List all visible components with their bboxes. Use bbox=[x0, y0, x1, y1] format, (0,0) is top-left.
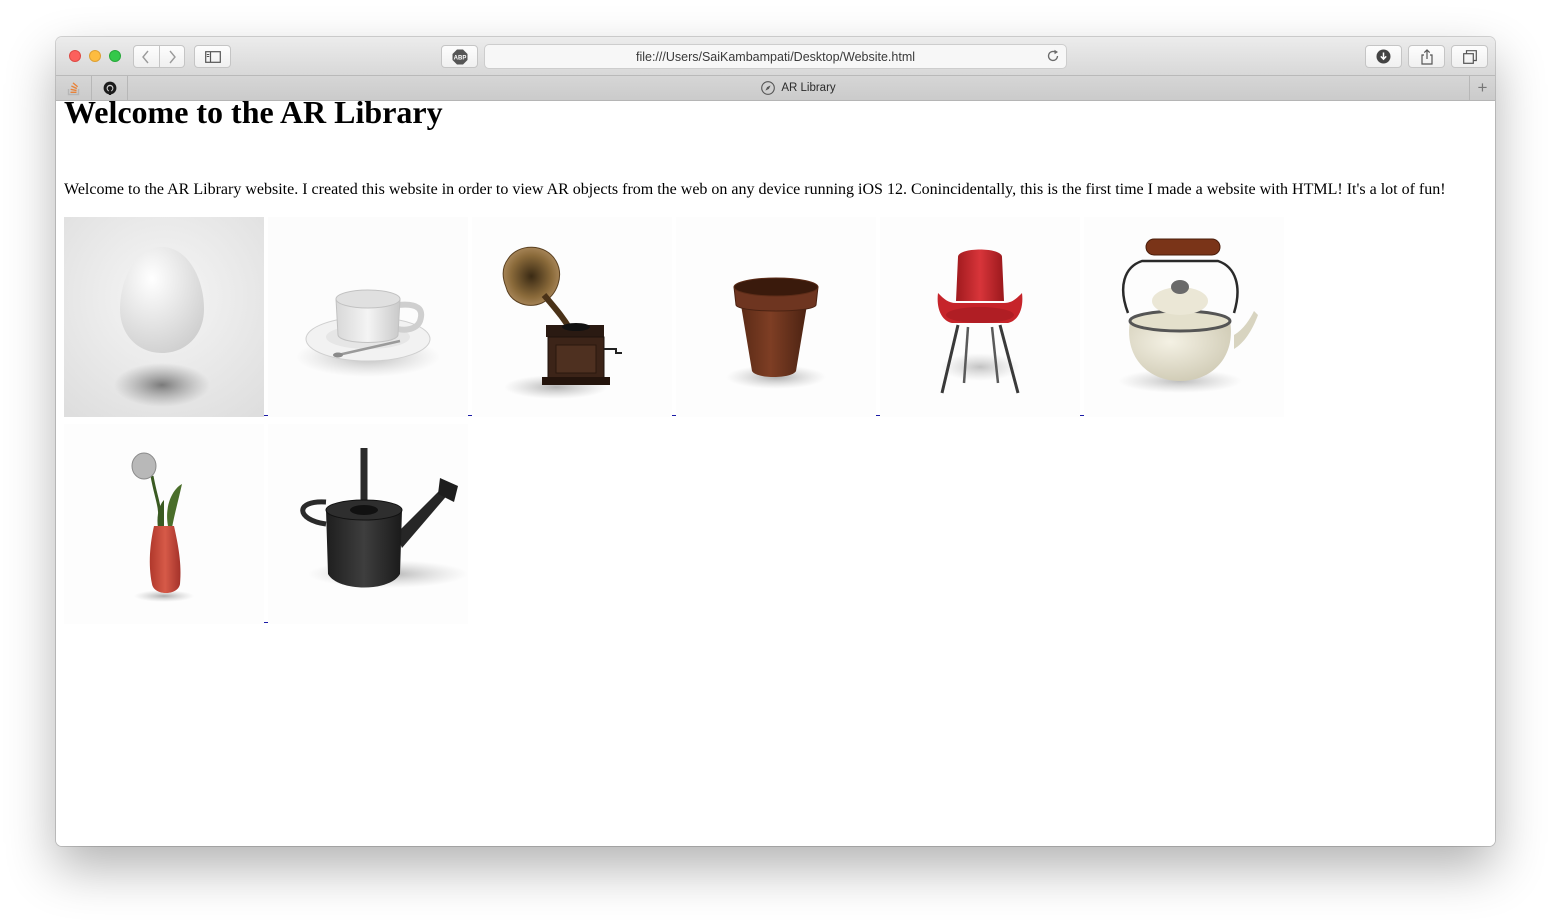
ar-object-gramophone-link[interactable] bbox=[472, 217, 672, 417]
chair-thumbnail bbox=[880, 217, 1080, 417]
adblock-icon: ABP bbox=[452, 49, 467, 64]
title-bar: ABP file:///Users/SaiKambampati/Desktop/… bbox=[56, 37, 1495, 76]
ar-object-pot-link[interactable] bbox=[676, 217, 876, 417]
ar-object-chair-link[interactable] bbox=[880, 217, 1080, 417]
share-button[interactable] bbox=[1408, 45, 1445, 68]
sidebar-button[interactable] bbox=[194, 45, 231, 68]
minimize-window-button[interactable] bbox=[89, 50, 101, 62]
link-underline bbox=[1080, 415, 1084, 416]
ar-object-vase-link[interactable] bbox=[64, 424, 264, 624]
zoom-window-button[interactable] bbox=[109, 50, 121, 62]
github-icon bbox=[103, 81, 116, 95]
download-icon bbox=[1376, 49, 1391, 64]
egg-thumbnail bbox=[64, 217, 264, 417]
adblock-button[interactable]: ABP bbox=[441, 45, 478, 68]
ar-object-teapot-link[interactable] bbox=[1084, 217, 1284, 417]
reload-button[interactable] bbox=[1046, 49, 1060, 66]
intro-paragraph: Welcome to the AR Library website. I cre… bbox=[64, 181, 1446, 198]
address-text: file:///Users/SaiKambampati/Desktop/Webs… bbox=[635, 49, 916, 64]
forward-icon bbox=[169, 50, 176, 63]
back-button[interactable] bbox=[134, 46, 159, 67]
forward-button[interactable] bbox=[158, 46, 185, 67]
link-underline bbox=[264, 622, 268, 623]
sidebar-icon bbox=[204, 50, 221, 63]
pot-thumbnail bbox=[676, 217, 876, 417]
ar-object-cup-link[interactable] bbox=[268, 217, 468, 417]
address-bar[interactable]: file:///Users/SaiKambampati/Desktop/Webs… bbox=[484, 44, 1067, 69]
tabs-icon bbox=[1462, 49, 1477, 64]
tab-title: AR Library bbox=[781, 82, 836, 94]
downloads-button[interactable] bbox=[1365, 45, 1402, 68]
gramophone-thumbnail bbox=[472, 217, 672, 417]
show-all-tabs-button[interactable] bbox=[1451, 45, 1488, 68]
ar-object-watering-can-link[interactable] bbox=[268, 424, 468, 624]
watering-can-thumbnail bbox=[268, 424, 468, 624]
close-window-button[interactable] bbox=[69, 50, 81, 62]
teapot-thumbnail bbox=[1084, 217, 1284, 417]
share-icon bbox=[1420, 48, 1433, 65]
browser-window: ABP file:///Users/SaiKambampati/Desktop/… bbox=[56, 37, 1495, 846]
back-icon bbox=[142, 50, 149, 63]
page-content: Welcome to the AR Library Welcome to the… bbox=[56, 94, 1495, 846]
page-title: Welcome to the AR Library bbox=[64, 94, 443, 130]
ar-object-egg-link[interactable] bbox=[64, 217, 264, 417]
cup-thumbnail bbox=[268, 217, 468, 417]
navigation-buttons bbox=[133, 45, 185, 68]
vase-thumbnail bbox=[64, 424, 264, 624]
compass-icon bbox=[761, 81, 776, 95]
svg-text:ABP: ABP bbox=[453, 55, 466, 61]
reload-icon bbox=[1047, 49, 1059, 62]
new-tab-button[interactable]: + bbox=[1469, 76, 1495, 100]
